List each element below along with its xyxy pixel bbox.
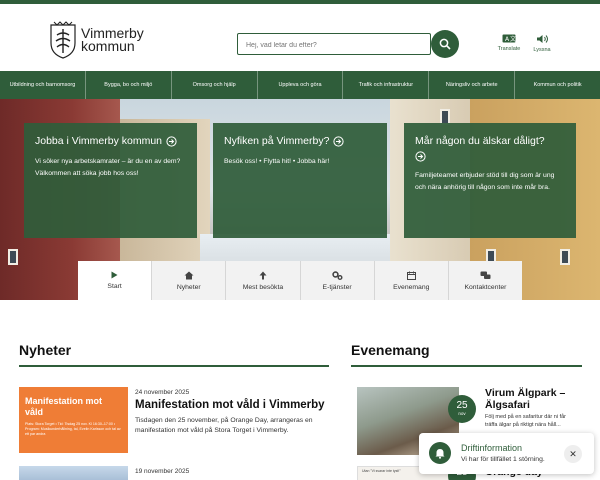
news-item-1-title[interactable]: Manifestation mot våld i Vimmerby — [135, 399, 325, 411]
tab-e-tjanster[interactable]: E-tjänster — [300, 261, 375, 300]
toast-text: Vi har för tillfället 1 störning. — [461, 456, 545, 463]
logo-line-2: kommun — [81, 38, 135, 54]
chat-icon — [480, 271, 491, 279]
home-icon — [184, 271, 194, 279]
news-item-2-date: 19 november 2025 — [135, 468, 190, 475]
arrow-circle-right-icon — [415, 151, 426, 162]
quick-tabs: Start Nyheter Mest besökta E-tjänster Ev… — [78, 261, 523, 300]
listen-button[interactable]: Lyssna — [527, 34, 557, 53]
news-item-1-image-text: Plats: Stora Torget • Tid: Tisdag 25 nov… — [25, 422, 121, 436]
search-button[interactable] — [431, 30, 459, 58]
hero-card-support-title: Mår någon du älskar dåligt? — [415, 135, 545, 147]
gears-icon — [331, 270, 343, 280]
main-navigation: Utbildning och barnomsorg Bygga, bo och … — [0, 71, 600, 99]
hero-card-jobs[interactable]: Jobba i Vimmerby kommun Vi söker nya arb… — [24, 123, 197, 238]
arrow-up-icon — [259, 271, 267, 279]
close-icon: ✕ — [569, 448, 577, 459]
event-item-1-month: nov — [458, 411, 466, 416]
event-item-1-title[interactable]: Virum Älgpark – Älgsafari — [485, 387, 585, 411]
toast-icon-circle — [429, 442, 451, 464]
arrow-circle-right-icon — [333, 136, 345, 147]
hero-photo-window — [560, 249, 570, 265]
hero-card-support-text: Familjeteamet erbjuder stöd till dig som… — [415, 172, 555, 191]
hero-card-jobs-text: Vi söker nya arbetskamrater – är du en a… — [35, 158, 181, 177]
tab-kontaktcenter[interactable]: Kontaktcenter — [448, 261, 523, 300]
toast-title: Driftinformation — [461, 443, 523, 453]
tab-evenemang-label: Evenemang — [393, 283, 430, 291]
tab-e-tjanster-label: E-tjänster — [322, 283, 352, 291]
hero-card-curious-title: Nyfiken på Vimmerby? — [224, 135, 330, 147]
hero-card-support[interactable]: Mår någon du älskar dåligt? Familjeteame… — [404, 123, 576, 238]
listen-label: Lyssna — [533, 47, 551, 53]
nav-item-naringsliv[interactable]: Näringsliv och arbete — [429, 71, 516, 99]
translate-icon: A 文 — [502, 34, 516, 43]
nav-item-kommun[interactable]: Kommun och politik — [515, 71, 600, 99]
event-item-1-day: 25 — [456, 400, 468, 411]
search-icon — [439, 38, 451, 50]
translate-button[interactable]: A 文 Translate — [494, 34, 524, 52]
search-box — [237, 33, 431, 56]
event-item-1-date-badge: 25 nov — [448, 395, 476, 423]
news-item-1-date: 24 november 2025 — [135, 389, 190, 396]
hero-card-curious-text: Besök oss! • Flytta hit! • Jobba här! — [224, 158, 330, 165]
speaker-icon — [536, 35, 548, 43]
hero-photo-window — [8, 249, 18, 265]
translate-label: Translate — [497, 46, 521, 52]
tab-mest-besokta-label: Mest besökta — [242, 283, 284, 291]
search-input[interactable] — [238, 35, 430, 56]
nav-item-uppleva[interactable]: Uppleva och göra — [258, 71, 344, 99]
hero-banner: Jobba i Vimmerby kommun Vi söker nya arb… — [0, 99, 600, 300]
events-divider — [351, 365, 582, 367]
coat-of-arms-icon — [50, 21, 76, 59]
news-item-1-excerpt: Tisdagen den 25 november, på Orange Day,… — [135, 417, 313, 434]
svg-text:文: 文 — [510, 35, 516, 43]
toast-close-button[interactable]: ✕ — [564, 445, 582, 463]
nav-item-bygga[interactable]: Bygga, bo och miljö — [86, 71, 172, 99]
tab-start-label: Start — [107, 283, 122, 290]
tab-nyheter[interactable]: Nyheter — [152, 261, 227, 300]
site-logo[interactable]: Vimmerby kommun — [50, 21, 144, 59]
news-item-2-image[interactable] — [19, 466, 128, 480]
event-item-2-image-text: Utan "Vi svarar inte tyst!" — [362, 469, 401, 473]
bell-icon — [435, 448, 445, 459]
news-heading: Nyheter — [19, 342, 72, 358]
tab-mest-besokta[interactable]: Mest besökta — [226, 261, 301, 300]
tab-nyheter-label: Nyheter — [176, 283, 201, 291]
hero-card-jobs-title: Jobba i Vimmerby kommun — [35, 135, 163, 147]
tab-kontaktcenter-label: Kontaktcenter — [464, 283, 507, 291]
hero-card-curious[interactable]: Nyfiken på Vimmerby? Besök oss! • Flytta… — [213, 123, 387, 238]
tab-start[interactable]: Start — [78, 261, 153, 300]
news-item-1-image-title: Manifestation mot våld — [25, 396, 103, 417]
play-icon — [111, 271, 118, 279]
calendar-icon — [406, 271, 416, 280]
nav-item-omsorg[interactable]: Omsorg och hjälp — [172, 71, 258, 99]
nav-item-utbildning[interactable]: Utbildning och barnomsorg — [0, 71, 86, 99]
event-item-1-text: Följ med på en safaritur där ni får träf… — [485, 414, 567, 428]
tab-evenemang[interactable]: Evenemang — [374, 261, 449, 300]
nav-item-trafik[interactable]: Trafik och infrastruktur — [343, 71, 430, 99]
news-item-1-image[interactable]: Manifestation mot våld Plats: Stora Torg… — [19, 387, 128, 453]
news-divider — [19, 365, 329, 367]
events-heading: Evenemang — [351, 342, 430, 358]
arrow-circle-right-icon — [166, 136, 177, 147]
site-header: Vimmerby kommun A 文 Translate Lyssna — [0, 4, 600, 71]
